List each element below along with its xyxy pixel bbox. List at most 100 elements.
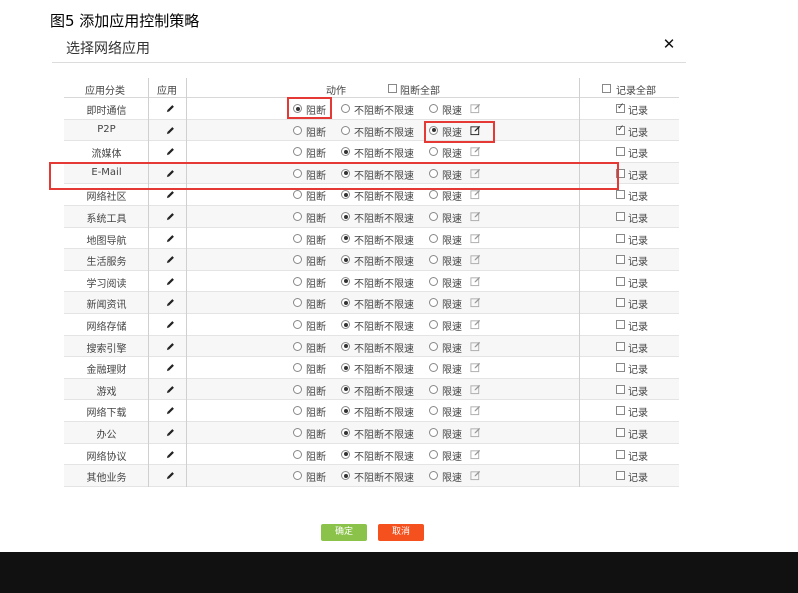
- radio-limit[interactable]: [429, 363, 438, 373]
- radio-limit[interactable]: [429, 320, 438, 329]
- radio-block[interactable]: [293, 147, 302, 157]
- radio-limit[interactable]: [429, 104, 438, 113]
- cancel-button[interactable]: 取消: [378, 524, 424, 541]
- radio-block[interactable]: [293, 449, 302, 459]
- edit-limit-icon[interactable]: [470, 449, 481, 460]
- log-checkbox[interactable]: [616, 233, 625, 243]
- edit-limit-icon[interactable]: [470, 146, 481, 157]
- radio-block[interactable]: [293, 363, 302, 373]
- radio-block[interactable]: [293, 341, 302, 351]
- edit-limit-icon[interactable]: [470, 189, 481, 200]
- edit-apps-pencil-icon[interactable]: [166, 450, 175, 459]
- radio-block[interactable]: [293, 428, 302, 437]
- radio-no-block[interactable]: [341, 406, 350, 416]
- log-checkbox[interactable]: [616, 190, 625, 200]
- radio-no-block[interactable]: [341, 471, 350, 481]
- edit-limit-icon[interactable]: [470, 341, 481, 352]
- radio-limit[interactable]: [429, 471, 438, 481]
- radio-no-block[interactable]: [341, 384, 350, 394]
- confirm-button[interactable]: 确定: [321, 524, 367, 541]
- edit-apps-pencil-icon[interactable]: [166, 104, 175, 113]
- radio-block[interactable]: [293, 104, 302, 113]
- radio-limit[interactable]: [429, 428, 438, 437]
- edit-limit-icon[interactable]: [470, 103, 481, 114]
- radio-limit[interactable]: [429, 406, 438, 416]
- radio-block[interactable]: [293, 276, 302, 286]
- log-checkbox[interactable]: [616, 471, 625, 481]
- log-checkbox[interactable]: [616, 384, 625, 394]
- radio-no-block[interactable]: [341, 363, 350, 373]
- log-checkbox[interactable]: [616, 212, 625, 221]
- radio-limit[interactable]: [429, 298, 438, 308]
- radio-no-block[interactable]: [341, 428, 350, 437]
- edit-apps-pencil-icon[interactable]: [166, 363, 175, 372]
- radio-block[interactable]: [293, 255, 302, 265]
- radio-no-block[interactable]: [341, 320, 350, 329]
- radio-limit[interactable]: [429, 449, 438, 459]
- edit-apps-pencil-icon[interactable]: [166, 147, 175, 156]
- radio-no-block[interactable]: [341, 276, 350, 286]
- edit-apps-pencil-icon[interactable]: [166, 212, 175, 221]
- edit-apps-pencil-icon[interactable]: [166, 342, 175, 351]
- close-icon[interactable]: ✕: [662, 35, 676, 53]
- radio-limit[interactable]: [429, 147, 438, 157]
- edit-apps-pencil-icon[interactable]: [166, 406, 175, 415]
- edit-apps-pencil-icon[interactable]: [166, 255, 175, 264]
- radio-no-block[interactable]: [341, 212, 350, 221]
- edit-limit-icon[interactable]: [470, 427, 481, 438]
- radio-limit[interactable]: [429, 255, 438, 265]
- radio-no-block[interactable]: [341, 168, 350, 178]
- radio-limit[interactable]: [429, 276, 438, 286]
- edit-limit-icon[interactable]: [470, 319, 481, 330]
- radio-limit[interactable]: [429, 341, 438, 351]
- radio-no-block[interactable]: [341, 341, 350, 351]
- edit-limit-icon[interactable]: [470, 276, 481, 287]
- edit-apps-pencil-icon[interactable]: [166, 169, 175, 178]
- edit-apps-pencil-icon[interactable]: [166, 126, 175, 135]
- log-checkbox[interactable]: [616, 168, 625, 178]
- radio-no-block[interactable]: [341, 147, 350, 157]
- radio-block[interactable]: [293, 190, 302, 200]
- edit-limit-icon[interactable]: [470, 470, 481, 481]
- edit-limit-icon[interactable]: [470, 168, 481, 179]
- radio-block[interactable]: [293, 212, 302, 221]
- radio-no-block[interactable]: [341, 125, 350, 135]
- radio-no-block[interactable]: [341, 298, 350, 308]
- log-checkbox[interactable]: [616, 124, 625, 135]
- radio-limit[interactable]: [429, 168, 438, 178]
- radio-block[interactable]: [293, 406, 302, 416]
- edit-apps-pencil-icon[interactable]: [166, 298, 175, 307]
- radio-no-block[interactable]: [341, 255, 350, 265]
- log-checkbox[interactable]: [616, 341, 625, 351]
- log-checkbox[interactable]: [616, 406, 625, 416]
- log-checkbox[interactable]: [616, 276, 625, 286]
- radio-no-block[interactable]: [341, 449, 350, 459]
- log-checkbox[interactable]: [616, 363, 625, 373]
- radio-block[interactable]: [293, 384, 302, 394]
- edit-limit-icon[interactable]: [470, 405, 481, 416]
- edit-apps-pencil-icon[interactable]: [166, 428, 175, 437]
- log-checkbox[interactable]: [616, 255, 625, 265]
- log-checkbox[interactable]: [616, 428, 625, 437]
- radio-limit[interactable]: [429, 384, 438, 394]
- radio-no-block[interactable]: [341, 104, 350, 113]
- edit-limit-icon[interactable]: [470, 297, 481, 308]
- edit-apps-pencil-icon[interactable]: [166, 385, 175, 394]
- edit-limit-icon[interactable]: [470, 362, 481, 373]
- radio-block[interactable]: [293, 168, 302, 178]
- log-all-checkbox[interactable]: [602, 84, 611, 93]
- edit-apps-pencil-icon[interactable]: [166, 471, 175, 480]
- radio-block[interactable]: [293, 125, 302, 135]
- radio-limit[interactable]: [429, 212, 438, 221]
- edit-apps-pencil-icon[interactable]: [166, 320, 175, 329]
- radio-limit[interactable]: [429, 190, 438, 200]
- log-checkbox[interactable]: [616, 449, 625, 459]
- radio-block[interactable]: [293, 320, 302, 329]
- log-checkbox[interactable]: [616, 147, 625, 157]
- block-all-checkbox[interactable]: [388, 84, 397, 93]
- edit-limit-icon[interactable]: [470, 233, 481, 244]
- edit-limit-icon[interactable]: [470, 125, 481, 136]
- radio-block[interactable]: [293, 233, 302, 243]
- radio-no-block[interactable]: [341, 190, 350, 200]
- edit-apps-pencil-icon[interactable]: [166, 190, 175, 199]
